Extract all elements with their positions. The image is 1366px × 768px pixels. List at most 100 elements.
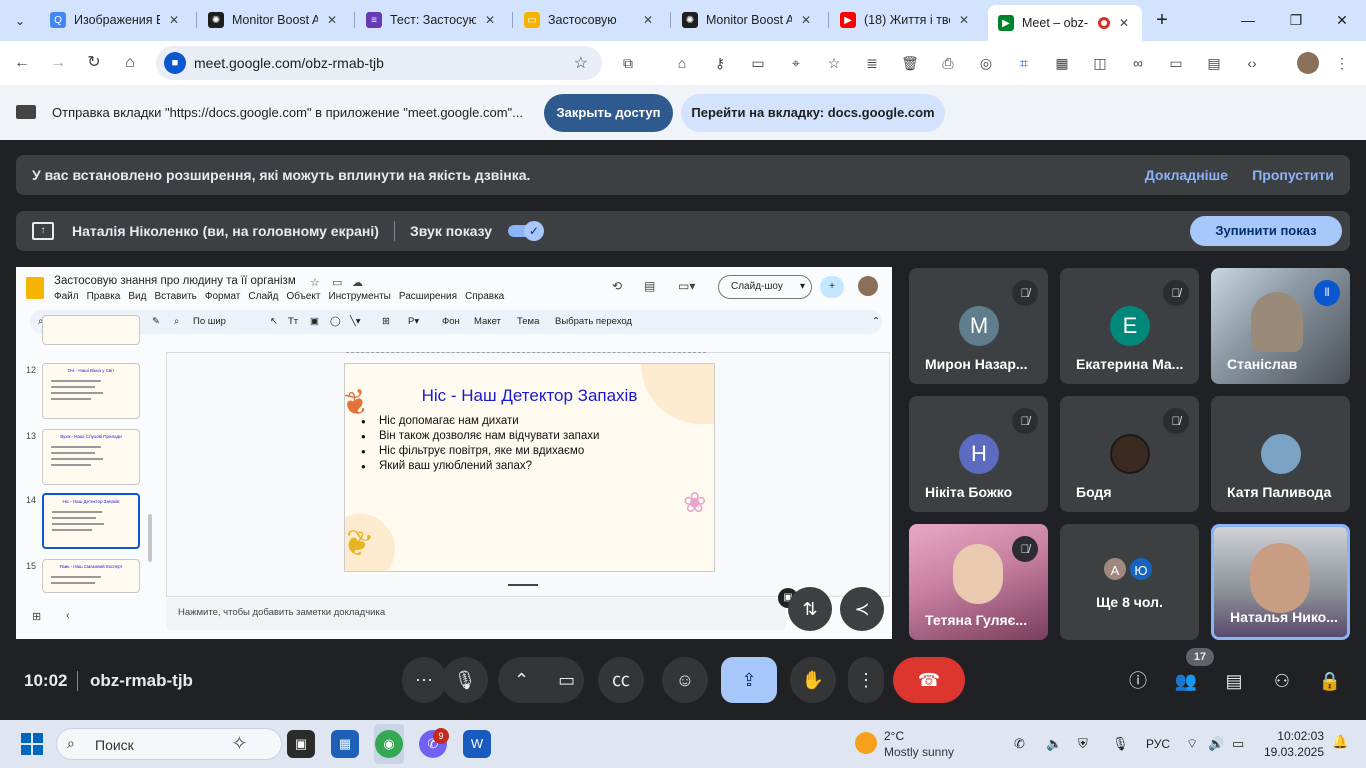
learn-more-link[interactable]: Докладніше: [1145, 167, 1228, 183]
more-options-small-icon[interactable]: ⋯: [402, 657, 446, 703]
close-tab-icon[interactable]: ✕: [324, 13, 340, 27]
browser-tab[interactable]: ≡ Тест: Застосую ✕: [356, 5, 508, 35]
microphone-button[interactable]: 🎙: [442, 657, 488, 703]
store-icon[interactable]: ▦: [331, 730, 359, 758]
minimize-button[interactable]: —: [1228, 8, 1268, 32]
background-button[interactable]: Фон: [442, 316, 460, 327]
slide-thumbnail[interactable]: [42, 315, 140, 345]
collapse-filmstrip-icon[interactable]: ‹: [66, 610, 70, 622]
slide-thumbnail[interactable]: Очі - Наші Вікна у Світ: [42, 363, 140, 419]
close-tab-icon[interactable]: ✕: [1116, 16, 1132, 30]
avatar[interactable]: [858, 276, 878, 296]
close-tab-icon[interactable]: ✕: [640, 13, 656, 27]
slide-thumbnail-selected[interactable]: Ніс - Наш Детектор Запахів: [42, 493, 140, 549]
kebab-menu-icon[interactable]: ⋮: [1332, 53, 1352, 73]
go-to-tab-button[interactable]: Перейти на вкладку: docs.google.com: [681, 94, 945, 132]
menu-extensions[interactable]: Расширения: [399, 291, 457, 302]
speaker-notes[interactable]: Нажмите, чтобы добавить заметки докладчи…: [166, 598, 786, 630]
input-language[interactable]: РУС: [1146, 737, 1170, 751]
share-person-icon[interactable]: +: [820, 276, 844, 298]
more-options-icon[interactable]: ⋮: [848, 657, 884, 703]
participant-tile[interactable]: Катя Паливода: [1211, 396, 1350, 512]
microphone-tray-icon[interactable]: 🎙: [1112, 736, 1129, 752]
task-view-icon[interactable]: ▣: [287, 730, 315, 758]
people-icon[interactable]: 👥: [1172, 667, 1200, 695]
new-tab-button[interactable]: +: [1150, 8, 1174, 32]
current-slide[interactable]: ❦ ❦ ❀ Ніс - Наш Детектор Запахів Ніс доп…: [344, 363, 715, 572]
security-tray-icon[interactable]: ⛨: [1078, 736, 1088, 752]
browser-tab[interactable]: Q Изображения В ✕: [40, 5, 192, 35]
viber-tray-icon[interactable]: ✆: [1014, 736, 1025, 752]
share-audio-toggle[interactable]: ✓: [508, 221, 546, 241]
folder-icon[interactable]: ▭: [332, 276, 342, 289]
print-icon[interactable]: ⎙: [938, 53, 958, 73]
star-icon[interactable]: ☆: [824, 53, 844, 73]
menu-edit[interactable]: Правка: [87, 291, 121, 302]
close-tab-icon[interactable]: ✕: [166, 13, 182, 27]
raise-hand-button[interactable]: ✋: [790, 657, 836, 703]
forward-icon[interactable]: →: [46, 51, 70, 75]
dismiss-link[interactable]: Пропустити: [1252, 167, 1334, 183]
participant-tile[interactable]: Н 🎙̸ Нікіта Божко: [909, 396, 1048, 512]
zoom-select[interactable]: По шир: [193, 316, 226, 327]
browser-tab-active[interactable]: ▶ Meet – obz- ✕: [988, 5, 1142, 41]
emoji-reactions-button[interactable]: ☺: [662, 657, 708, 703]
star-icon[interactable]: ☆: [310, 276, 320, 289]
swap-icon[interactable]: ⇅: [788, 587, 832, 631]
extensions-icon[interactable]: ⧉: [618, 53, 638, 73]
qr-code-icon[interactable]: ▦: [1052, 53, 1072, 73]
layout-button[interactable]: Макет: [474, 316, 501, 327]
close-window-button[interactable]: ✕: [1322, 8, 1362, 32]
participant-tile[interactable]: Е 🎙̸ Екатерина Ма...: [1060, 268, 1199, 384]
notifications-icon[interactable]: 🔔: [1332, 734, 1348, 750]
address-bar[interactable]: ■ meet.google.com/obz-rmab-tjb ☆: [156, 46, 602, 80]
participant-tile[interactable]: М 🎙̸ Мирон Назар...: [909, 268, 1048, 384]
pen-icon[interactable]: P▾: [408, 316, 419, 327]
menu-help[interactable]: Справка: [465, 291, 504, 302]
taskbar-time[interactable]: 10:02:03: [1268, 729, 1324, 743]
transition-button[interactable]: Выбрать переход: [555, 316, 632, 327]
browser-tab[interactable]: ✺ Monitor Boost A ✕: [198, 5, 350, 35]
back-icon[interactable]: ←: [10, 51, 34, 75]
restore-button[interactable]: ❐: [1276, 8, 1316, 32]
leave-call-button[interactable]: ☎: [893, 657, 965, 703]
info-icon[interactable]: ⓘ: [1124, 667, 1152, 695]
taskbar-date[interactable]: 19.03.2025: [1256, 745, 1324, 759]
battery-icon[interactable]: ▭: [1232, 736, 1244, 752]
menu-tools[interactable]: Инструменты: [329, 291, 391, 302]
participant-tile[interactable]: 🎙̸ Тетяна Гуляє...: [909, 524, 1048, 640]
camera-button[interactable]: ⌃ ▭: [498, 657, 584, 703]
text-box-icon[interactable]: Tт: [288, 316, 298, 327]
host-controls-icon[interactable]: 🔒: [1316, 667, 1344, 695]
notes-resize-handle[interactable]: [508, 584, 538, 586]
stop-sharing-button[interactable]: Закрыть доступ: [544, 94, 673, 132]
close-tab-icon[interactable]: ✕: [482, 13, 498, 27]
menu-format[interactable]: Формат: [205, 291, 241, 302]
card-icon[interactable]: ▭: [748, 53, 768, 73]
menu-insert[interactable]: Вставить: [154, 291, 196, 302]
table-icon[interactable]: ▤: [1204, 53, 1224, 73]
paint-format-icon[interactable]: ✎: [152, 316, 160, 327]
filmstrip-scrollbar[interactable]: [148, 514, 152, 562]
slide-thumbnail[interactable]: Язик - Наш Смаковий Експерт: [42, 559, 140, 593]
menu-file[interactable]: Файл: [54, 291, 79, 302]
extension-icon[interactable]: ⌂: [672, 53, 692, 73]
link-icon[interactable]: ∞: [1128, 53, 1148, 73]
profile-avatar[interactable]: [1297, 52, 1319, 74]
shape-icon[interactable]: ◯: [330, 316, 341, 327]
zoom-icon[interactable]: ⌕: [174, 316, 179, 327]
cloud-icon[interactable]: ☁: [352, 276, 363, 289]
line-icon[interactable]: ╲▾: [350, 316, 361, 327]
weather-icon[interactable]: [855, 732, 877, 754]
chevron-up-icon[interactable]: ⌃: [514, 670, 529, 690]
share-icon[interactable]: ≺: [840, 587, 884, 631]
volume-tray-icon[interactable]: 🔈: [1046, 736, 1062, 752]
theme-button[interactable]: Тема: [517, 316, 539, 327]
image-icon[interactable]: ▣: [310, 316, 319, 327]
bookmark-star-icon[interactable]: ☆: [574, 53, 588, 73]
collapse-toolbar-icon[interactable]: ⌃: [872, 316, 880, 327]
trash-icon[interactable]: 🗑: [900, 53, 920, 73]
screenshot-icon[interactable]: ◎: [976, 53, 996, 73]
comment-icon[interactable]: ▤: [644, 279, 655, 293]
reading-list-icon[interactable]: ≣: [862, 53, 882, 73]
